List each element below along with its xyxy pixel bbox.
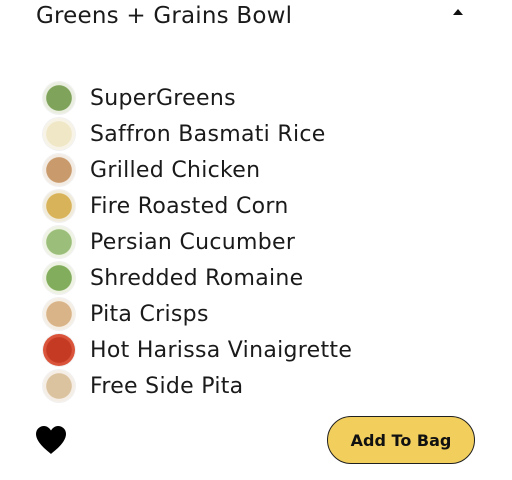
ingredient-label: Shredded Romaine bbox=[90, 265, 304, 291]
ingredient-label: Free Side Pita bbox=[90, 373, 244, 399]
ingredient-thumbnail bbox=[43, 118, 75, 150]
ingredient-thumbnail bbox=[43, 262, 75, 294]
ingredient-label: Grilled Chicken bbox=[90, 157, 261, 183]
ingredient-thumbnail bbox=[43, 226, 75, 258]
ingredient-thumbnail bbox=[43, 82, 75, 114]
ingredient-item: Saffron Basmati Rice bbox=[43, 116, 352, 152]
bowl-card: Greens + Grains Bowl SuperGreens Saffron … bbox=[0, 0, 512, 480]
ingredient-label: Hot Harissa Vinaigrette bbox=[90, 337, 353, 363]
caret-up-icon bbox=[453, 9, 463, 15]
favorite-button[interactable] bbox=[34, 424, 68, 456]
ingredient-list: SuperGreens Saffron Basmati Rice Grilled C… bbox=[43, 80, 352, 404]
ingredient-label: Pita Crisps bbox=[90, 301, 209, 327]
ingredient-label: SuperGreens bbox=[90, 85, 236, 111]
ingredient-thumbnail bbox=[43, 334, 75, 366]
ingredient-thumbnail bbox=[43, 190, 75, 222]
ingredient-item: Grilled Chicken bbox=[43, 152, 352, 188]
ingredient-label: Persian Cucumber bbox=[90, 229, 296, 255]
ingredient-item: Pita Crisps bbox=[43, 296, 352, 332]
ingredient-label: Fire Roasted Corn bbox=[90, 193, 289, 219]
add-to-bag-button[interactable]: Add To Bag bbox=[327, 416, 475, 464]
ingredient-item: Free Side Pita bbox=[43, 368, 352, 404]
ingredient-item: Fire Roasted Corn bbox=[43, 188, 352, 224]
ingredient-item: Shredded Romaine bbox=[43, 260, 352, 296]
ingredient-thumbnail bbox=[43, 154, 75, 186]
collapse-button[interactable] bbox=[446, 2, 470, 22]
ingredient-item: Hot Harissa Vinaigrette bbox=[43, 332, 352, 368]
ingredient-thumbnail bbox=[43, 370, 75, 402]
bowl-title: Greens + Grains Bowl bbox=[36, 3, 293, 29]
ingredient-thumbnail bbox=[43, 298, 75, 330]
ingredient-item: SuperGreens bbox=[43, 80, 352, 116]
ingredient-label: Saffron Basmati Rice bbox=[90, 121, 326, 147]
heart-icon bbox=[36, 426, 66, 454]
ingredient-item: Persian Cucumber bbox=[43, 224, 352, 260]
